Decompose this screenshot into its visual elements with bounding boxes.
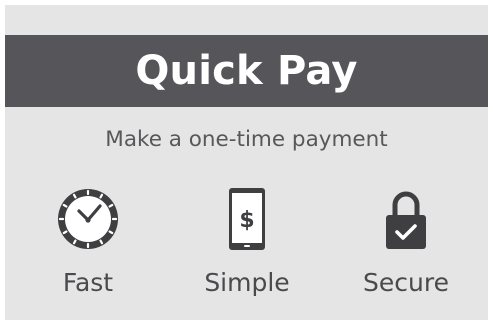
quick-pay-card[interactable]: Quick Pay Make a one-time payment Fast $… xyxy=(5,5,488,320)
lock-check-icon xyxy=(370,183,442,255)
feature-simple: $ Simple xyxy=(167,183,327,295)
banner-title: Quick Pay xyxy=(135,48,358,94)
feature-fast-label: Fast xyxy=(62,268,114,297)
dollar-symbol: $ xyxy=(239,208,254,233)
tagline: Make a one-time payment xyxy=(105,127,388,152)
feature-fast: Fast xyxy=(8,183,168,295)
feature-simple-label: Simple xyxy=(204,268,290,297)
quick-pay-banner[interactable]: Quick Pay xyxy=(5,35,488,107)
clock-icon xyxy=(52,183,124,255)
phone-dollar-icon: $ xyxy=(211,183,283,255)
feature-secure-label: Secure xyxy=(363,268,449,297)
feature-secure: Secure xyxy=(326,183,486,295)
